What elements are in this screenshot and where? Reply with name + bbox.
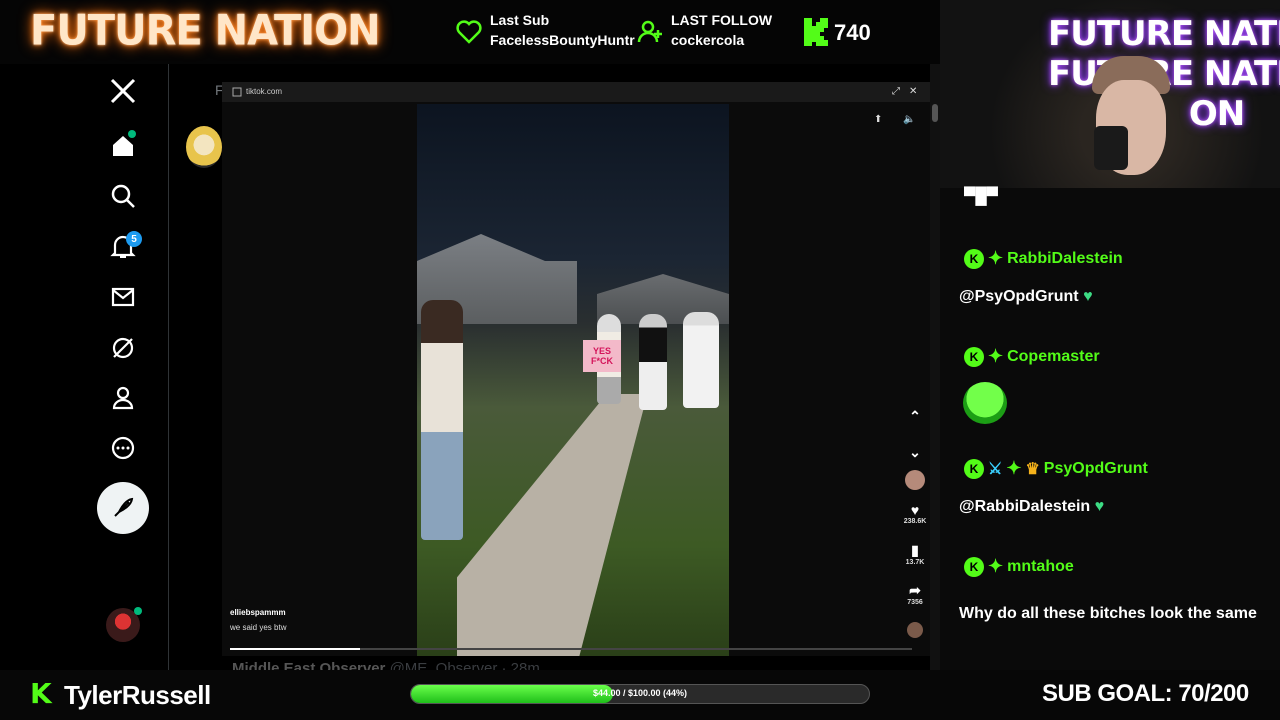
x-sidebar: [0, 64, 168, 670]
kick-badge-icon: K: [964, 346, 984, 367]
heart-icon: ♥: [910, 502, 920, 518]
feather-icon: [114, 497, 134, 517]
creator-avatar[interactable]: [900, 470, 930, 490]
green-heart-icon: ♥: [1094, 498, 1105, 515]
bookmark-icon: ▮: [911, 542, 919, 558]
donation-goal-bar: $44.00 / $100.00 (44%): [410, 684, 870, 704]
sub-badge-icon: ✦: [988, 346, 1004, 366]
tweet-author-avatar[interactable]: [186, 126, 222, 168]
sub-goal-text: SUB GOAL: 70/200: [1042, 680, 1249, 707]
messages-icon[interactable]: [105, 279, 141, 315]
scroll-down-icon[interactable]: ⌄: [900, 444, 930, 461]
bookmark-count: 13.7K: [905, 559, 925, 566]
account-online-dot: [134, 607, 142, 615]
kick-follower-count: 740: [834, 20, 871, 45]
more-icon[interactable]: [105, 430, 141, 466]
scrollbar-thumb[interactable]: [932, 104, 938, 122]
share-icon: ➦: [909, 582, 921, 598]
person-brunette: [421, 300, 463, 540]
search-icon[interactable]: [105, 178, 141, 214]
chat-text: Why do all these bitches look the same: [959, 605, 1257, 622]
brand-logo: FUTURE NATION: [30, 6, 381, 56]
green-heart-icon: ♥: [1083, 288, 1093, 305]
emote-partial: ▀█▀: [964, 188, 999, 205]
person-striped: [467, 304, 525, 552]
expand-icon[interactable]: ⤢: [892, 86, 900, 97]
grok-icon[interactable]: [105, 330, 141, 366]
sound-disc[interactable]: [900, 622, 930, 638]
sign-text: YES F*CK: [591, 346, 613, 366]
share-count: 7356: [907, 599, 923, 606]
video-progress-track[interactable]: [230, 648, 912, 650]
x-logo-icon[interactable]: [105, 73, 141, 109]
bookmark-button[interactable]: ▮ 13.7K: [900, 542, 930, 566]
person-black-shirt: [639, 314, 667, 410]
chat-message-header[interactable]: K ✦ Copemaster: [964, 346, 1100, 367]
profile-icon[interactable]: [105, 380, 141, 416]
video-caption: we said yes btw: [230, 623, 287, 632]
user-plus-icon: [637, 20, 662, 43]
post-button[interactable]: [97, 482, 149, 534]
chat-username[interactable]: mntahoe: [1007, 558, 1074, 576]
video-username[interactable]: elliebspammm: [230, 608, 286, 617]
last-sub-label: Last Sub: [490, 12, 550, 28]
last-sub-widget: Last Sub FacelessBountyHuntr: [490, 12, 635, 48]
kick-logo-icon: K: [30, 677, 52, 710]
chat-username[interactable]: PsyOpdGrunt: [1044, 460, 1148, 478]
person-white-dress: [683, 312, 719, 408]
video-progress-fill: [230, 648, 360, 650]
chat-message-header[interactable]: K ✦ mntahoe: [964, 556, 1074, 577]
chat-message-body: @PsyOpdGrunt ♥: [959, 288, 1093, 306]
streamer-name: TylerRussell: [64, 680, 211, 710]
kick-badge-icon: K: [964, 458, 984, 479]
close-icon[interactable]: ✕: [909, 86, 917, 97]
page-scrollbar[interactable]: [930, 64, 940, 670]
volume-icon[interactable]: 🔈: [903, 114, 915, 125]
yes-sign: YES F*CK: [583, 340, 621, 372]
sub-badge-icon: ✦: [988, 248, 1004, 268]
like-count: 238.6K: [903, 518, 927, 525]
kick-badge-icon: K: [964, 248, 984, 269]
laughing-emote: [963, 382, 1007, 424]
chat-message-body: Why do all these bitches look the same: [959, 596, 1259, 632]
popup-url: tiktok.com: [246, 87, 283, 96]
chat-username[interactable]: Copemaster: [1007, 348, 1099, 366]
last-follow-widget: LAST FOLLOW cockercola: [671, 12, 772, 48]
notification-badge: 5: [126, 231, 142, 247]
share-button[interactable]: ➦ 7356: [900, 582, 930, 606]
popup-title-bar: [222, 82, 930, 102]
last-follow-value: cockercola: [671, 32, 745, 48]
scroll-up-icon[interactable]: ⌃: [900, 408, 930, 425]
chat-username[interactable]: RabbiDalestein: [1007, 250, 1123, 268]
tiktok-embed-popup: tiktok.com ⤢ ✕ ⬆ 🔈 YES F*CK elliebspammm…: [222, 82, 930, 656]
kick-badge-icon: K: [964, 556, 984, 577]
chat-text: @PsyOpdGrunt: [959, 288, 1079, 305]
donation-goal-text: $44.00 / $100.00 (44%): [592, 688, 688, 698]
site-icon: [232, 87, 242, 97]
home-unread-dot: [128, 130, 136, 138]
pip-icon[interactable]: ⬆: [874, 114, 882, 125]
last-sub-value: FacelessBountyHuntr: [490, 32, 635, 48]
kick-logo-icon: [804, 18, 828, 46]
sub-badge-icon: ✦: [988, 556, 1004, 576]
chat-message-body: @RabbiDalestein ♥: [959, 498, 1104, 516]
heart-icon: [456, 20, 482, 44]
sub-badge-icon: ✦: [1006, 458, 1022, 478]
chat-message-header[interactable]: K ⚔ ✦ ♛ PsyOpdGrunt: [964, 458, 1148, 479]
last-follow-label: LAST FOLLOW: [671, 12, 773, 28]
microphone: [1094, 126, 1128, 170]
crown-badge-icon: ♛: [1025, 460, 1040, 478]
chat-message-header[interactable]: K ✦ RabbiDalestein: [964, 248, 1123, 269]
chat-text: @RabbiDalestein: [959, 498, 1091, 515]
sword-badge-icon: ⚔: [988, 460, 1003, 478]
like-button[interactable]: ♥ 238.6K: [900, 502, 930, 525]
tiktok-video[interactable]: YES F*CK: [417, 104, 729, 656]
